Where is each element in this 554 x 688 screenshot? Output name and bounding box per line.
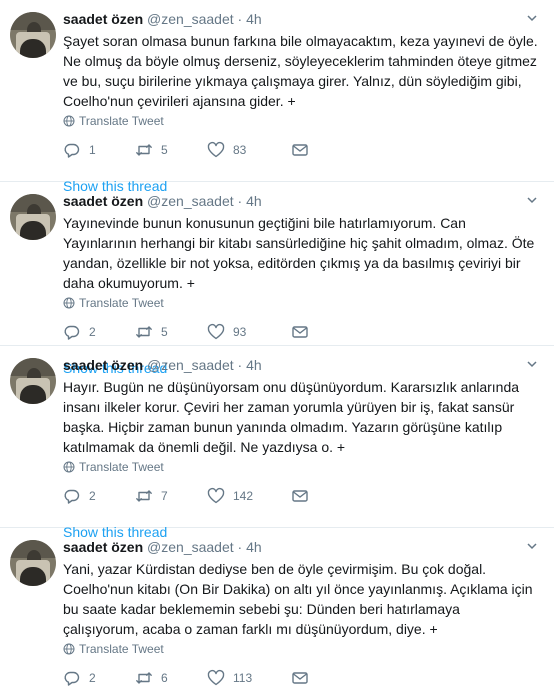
avatar[interactable] [10, 358, 56, 404]
tweet-actions: 2 5 93 [63, 322, 538, 342]
avatar[interactable] [10, 540, 56, 586]
reply-icon [64, 325, 80, 340]
retweet-count: 7 [161, 489, 168, 503]
retweet-icon [136, 326, 152, 338]
like-count: 83 [233, 143, 247, 157]
author-handle[interactable]: @zen_saadet [147, 11, 234, 27]
direct-message-button[interactable] [291, 487, 363, 505]
like-button[interactable]: 83 [207, 141, 291, 159]
tweet-header: saadet özen @zen_saadet · 4h [63, 356, 538, 374]
direct-message-icon [292, 672, 308, 684]
heart-icon [207, 669, 225, 686]
direct-message-button[interactable] [291, 141, 363, 159]
translate-label: Translate Tweet [79, 114, 164, 128]
author-name[interactable]: saadet özen [63, 11, 143, 27]
chevron-down-icon[interactable] [526, 194, 538, 206]
tweet-text: Şayet soran olmasa bunun farkına bile ol… [63, 33, 538, 109]
reply-button[interactable]: 1 [63, 141, 135, 159]
tweet[interactable]: saadet özen @zen_saadet · 4h Yayınevinde… [0, 182, 554, 376]
direct-message-icon [292, 490, 308, 502]
translate-label: Translate Tweet [79, 296, 164, 310]
tweet-header: saadet özen @zen_saadet · 4h [63, 538, 538, 556]
like-count: 142 [233, 489, 254, 503]
translate-link[interactable]: Translate Tweet [63, 294, 538, 312]
like-button[interactable]: 142 [207, 487, 291, 505]
tweet-actions: 2 6 113 [63, 668, 538, 688]
reply-button[interactable]: 2 [63, 669, 135, 687]
author-name[interactable]: saadet özen [63, 357, 143, 373]
heart-icon [207, 323, 225, 340]
separator: · [237, 11, 243, 27]
timestamp[interactable]: 4h [246, 11, 262, 27]
retweet-button[interactable]: 5 [135, 323, 207, 341]
translate-label: Translate Tweet [79, 642, 164, 656]
tweet-text: Hayır. Bugün ne düşünüyorsam onu düşünüy… [63, 379, 520, 455]
chevron-down-icon[interactable] [526, 540, 538, 552]
author-name[interactable]: saadet özen [63, 193, 143, 209]
tweet-text: Yayınevinde bunun konusunun geçtiğini bi… [63, 215, 535, 291]
heart-icon [207, 487, 225, 504]
avatar[interactable] [10, 194, 56, 240]
tweet-actions: 2 7 142 [63, 486, 538, 506]
tweet[interactable]: saadet özen @zen_saadet · 4h Yani, yazar… [0, 528, 554, 686]
author-handle[interactable]: @zen_saadet [147, 193, 234, 209]
timestamp[interactable]: 4h [246, 357, 262, 373]
globe-icon [63, 643, 75, 655]
translate-link[interactable]: Translate Tweet [63, 640, 538, 658]
direct-message-icon [292, 144, 308, 156]
retweet-button[interactable]: 5 [135, 141, 207, 159]
reply-count: 2 [89, 671, 96, 685]
direct-message-button[interactable] [291, 323, 363, 341]
reply-count: 2 [89, 325, 96, 339]
retweet-count: 5 [161, 325, 168, 339]
tweet[interactable]: saadet özen @zen_saadet · 4h Hayır. Bugü… [0, 346, 554, 540]
retweet-count: 5 [161, 143, 168, 157]
translate-link[interactable]: Translate Tweet [63, 458, 538, 476]
direct-message-button[interactable] [291, 669, 363, 687]
like-count: 93 [233, 325, 247, 339]
separator: · [237, 357, 243, 373]
heart-icon [207, 141, 225, 158]
translate-link[interactable]: Translate Tweet [63, 112, 538, 130]
retweet-count: 6 [161, 671, 168, 685]
reply-icon [64, 489, 80, 504]
author-name[interactable]: saadet özen [63, 539, 143, 555]
tweet-actions: 1 5 83 [63, 140, 538, 160]
direct-message-icon [292, 326, 308, 338]
tweet-text: Yani, yazar Kürdistan dediyse ben de öyl… [63, 561, 533, 637]
retweet-icon [136, 144, 152, 156]
like-button[interactable]: 93 [207, 323, 291, 341]
reply-button[interactable]: 2 [63, 323, 135, 341]
timestamp[interactable]: 4h [246, 539, 262, 555]
reply-icon [64, 143, 80, 158]
chevron-down-icon[interactable] [526, 358, 538, 370]
tweet[interactable]: saadet özen @zen_saadet · 4h Şayet soran… [0, 0, 554, 194]
tweet-header: saadet özen @zen_saadet · 4h [63, 192, 538, 210]
chevron-down-icon[interactable] [526, 12, 538, 24]
separator: · [237, 539, 243, 555]
retweet-button[interactable]: 6 [135, 669, 207, 687]
reply-button[interactable]: 2 [63, 487, 135, 505]
translate-label: Translate Tweet [79, 460, 164, 474]
avatar[interactable] [10, 12, 56, 58]
retweet-icon [136, 672, 152, 684]
author-handle[interactable]: @zen_saadet [147, 539, 234, 555]
globe-icon [63, 115, 75, 127]
author-handle[interactable]: @zen_saadet [147, 357, 234, 373]
reply-count: 2 [89, 489, 96, 503]
separator: · [237, 193, 243, 209]
retweet-icon [136, 490, 152, 502]
tweet-header: saadet özen @zen_saadet · 4h [63, 10, 538, 28]
like-count: 113 [233, 671, 253, 685]
globe-icon [63, 297, 75, 309]
globe-icon [63, 461, 75, 473]
reply-icon [64, 671, 80, 686]
reply-count: 1 [89, 143, 96, 157]
like-button[interactable]: 113 [207, 669, 291, 687]
timestamp[interactable]: 4h [246, 193, 262, 209]
retweet-button[interactable]: 7 [135, 487, 207, 505]
